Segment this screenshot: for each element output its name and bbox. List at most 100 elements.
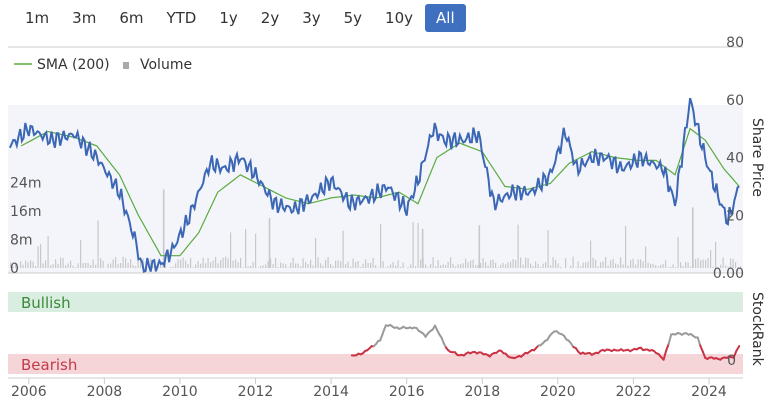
volume-bar	[260, 265, 262, 268]
volume-bar	[117, 263, 119, 268]
time-axis-label: 2014	[313, 384, 349, 400]
volume-bar	[667, 267, 669, 268]
volume-bar	[415, 266, 417, 268]
volume-bar	[537, 264, 539, 268]
time-axis-label: 2024	[691, 384, 727, 400]
volume-bar	[592, 257, 594, 268]
bullish-zone	[8, 292, 743, 312]
price-tick-label: 20	[726, 208, 744, 224]
volume-bar	[370, 263, 372, 268]
volume-bar	[325, 259, 327, 268]
volume-bar	[435, 266, 437, 268]
volume-bar	[268, 218, 271, 268]
volume-bar	[205, 263, 207, 268]
volume-bar	[57, 264, 59, 268]
price-tick-label: 0.00	[713, 266, 744, 282]
volume-bar	[600, 262, 602, 268]
volume-bar	[120, 263, 122, 268]
volume-bar	[67, 263, 69, 268]
time-axis-label: 2016	[389, 384, 425, 400]
volume-bar	[527, 258, 529, 268]
volume-bar	[617, 264, 619, 268]
volume-bar	[635, 264, 637, 268]
volume-bar	[77, 263, 79, 268]
volume-bar	[207, 257, 209, 268]
volume-bar	[265, 264, 267, 268]
time-axis-label: 2008	[87, 384, 123, 400]
volume-bar	[212, 260, 214, 268]
volume-bar	[312, 265, 314, 268]
volume-bar	[280, 262, 282, 268]
volume-legend-label[interactable]: Volume	[140, 57, 192, 73]
volume-bar	[565, 258, 567, 268]
volume-bar	[412, 222, 414, 268]
volume-bar	[275, 257, 277, 268]
volume-bar	[242, 267, 244, 268]
volume-bar	[245, 229, 247, 268]
volume-bar	[252, 262, 254, 268]
volume-bar	[697, 258, 699, 268]
volume-bar	[637, 259, 639, 268]
volume-bar	[87, 262, 89, 268]
time-axis-label: 2022	[616, 384, 652, 400]
volume-bar	[542, 263, 544, 268]
volume-bar	[395, 265, 397, 268]
volume-bar	[97, 220, 99, 268]
volume-bar	[472, 259, 474, 268]
volume-bar	[122, 256, 124, 268]
volume-bar	[345, 264, 347, 268]
stockrank-segment	[696, 336, 702, 347]
volume-bar	[102, 260, 104, 268]
volume-bar	[290, 262, 292, 268]
volume-bar	[690, 266, 692, 268]
stockrank-axis-zero: 0	[727, 353, 736, 369]
volume-bar	[230, 232, 232, 268]
volume-bar	[462, 263, 464, 268]
volume-bar	[152, 266, 154, 268]
volume-bar	[100, 258, 102, 268]
sma-legend-label[interactable]: SMA (200)	[37, 57, 110, 73]
volume-bar	[545, 262, 547, 268]
volume-bar	[407, 266, 409, 268]
stockrank-segment	[667, 333, 673, 345]
volume-bar	[657, 266, 659, 268]
volume-bar	[42, 263, 44, 268]
volume-bar	[365, 259, 367, 268]
volume-bar	[240, 257, 242, 268]
volume-bar	[440, 265, 442, 268]
volume-bar	[360, 267, 362, 268]
volume-bar	[210, 262, 212, 268]
volume-bar	[200, 263, 202, 268]
volume-bar	[642, 261, 644, 268]
volume-bar	[670, 266, 672, 268]
volume-bar	[482, 258, 484, 268]
volume-bar	[197, 261, 199, 268]
volume-bar	[597, 266, 599, 268]
volume-bar	[192, 267, 194, 268]
volume-bar	[487, 265, 489, 268]
volume-bar	[540, 267, 542, 268]
volume-bar	[72, 265, 74, 268]
volume-bar	[682, 266, 684, 268]
volume-bar	[322, 265, 324, 268]
volume-bar	[130, 259, 132, 268]
volume-bar	[615, 263, 617, 268]
volume-bar	[302, 258, 304, 268]
chart-legend[interactable]: SMA (200) Volume	[14, 57, 192, 73]
volume-bar	[95, 264, 97, 268]
volume-bar	[587, 261, 589, 268]
volume-bar	[305, 261, 307, 268]
volume-bar	[295, 263, 297, 268]
volume-bar	[340, 261, 342, 268]
volume-bar	[550, 265, 552, 268]
price-tick-label: 80	[726, 35, 744, 51]
stockrank-panel: Bullish Bearish 0 StockRank	[8, 292, 765, 374]
volume-bar	[215, 257, 217, 268]
price-tick-label: 40	[726, 151, 744, 167]
volume-bar	[590, 240, 592, 268]
time-axis-label: 2020	[540, 384, 576, 400]
volume-bar	[292, 257, 294, 268]
volume-bar	[250, 266, 252, 268]
volume-bar	[455, 266, 457, 268]
volume-bar	[392, 262, 394, 268]
